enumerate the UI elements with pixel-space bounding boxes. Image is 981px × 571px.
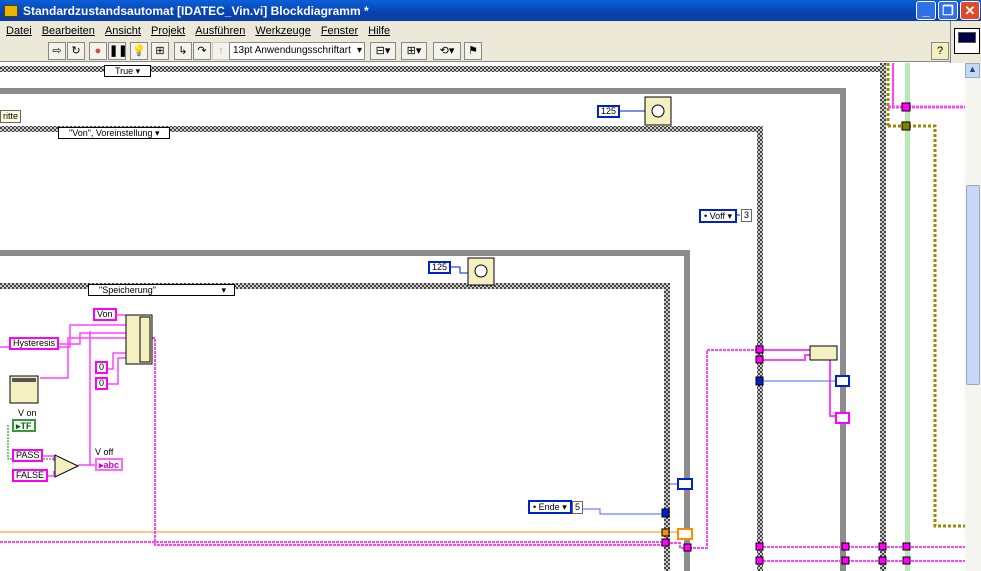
block-diagram-canvas[interactable]: True ▾ ritte "Von", Voreinstellung ▾ 125… <box>0 63 965 571</box>
case-selector-label: "Von", Voreinstellung <box>69 128 153 138</box>
label-ritte: ritte <box>0 110 22 123</box>
case-selector-label: True <box>115 66 134 76</box>
numeric-constant-zero[interactable]: 0 <box>95 377 109 390</box>
help-button[interactable]: ? <box>931 42 949 60</box>
numeric-constant-zero[interactable]: 0 <box>95 361 109 374</box>
enum-value: Ende <box>538 502 560 512</box>
font-select[interactable]: 13pt Anwendungsschriftart ▾ <box>229 42 365 60</box>
pause-icon[interactable]: ❚❚ <box>108 42 127 60</box>
string-indicator-v-off[interactable]: ▸abc <box>95 458 124 471</box>
align-objects-icon[interactable]: ⊟▾ <box>370 42 396 60</box>
clean-up-diagram-icon[interactable]: ⚑ <box>464 42 482 60</box>
string-constant-von[interactable]: Von <box>93 308 117 321</box>
menu-hilfe[interactable]: Hilfe <box>368 25 390 37</box>
wait-constant-outer[interactable]: 125 <box>597 105 621 118</box>
menu-datei[interactable]: Datei <box>6 25 32 37</box>
case-selector-speicherung[interactable]: "Speicherung" ▾ <box>88 284 235 296</box>
scroll-up-icon[interactable]: ▲ <box>965 63 980 78</box>
menu-ansicht[interactable]: Ansicht <box>105 25 141 37</box>
step-into-icon[interactable]: ↳ <box>174 42 192 60</box>
minimize-button[interactable]: _ <box>916 1 936 20</box>
string-constant-false[interactable]: FALSE <box>12 469 49 482</box>
chevron-down-icon: ▾ <box>356 45 362 56</box>
wait-constant-inner[interactable]: 125 <box>428 261 452 274</box>
run-arrow-icon[interactable]: ⇨ <box>48 42 66 60</box>
case-selector-label: "Speicherung" <box>99 285 156 295</box>
enum-constant-voff[interactable]: • Voff ▾ <box>699 209 738 223</box>
highlight-execution-icon[interactable]: 💡 <box>130 42 148 60</box>
bundle-node-right <box>809 345 838 361</box>
distribute-objects-icon[interactable]: ⊞▾ <box>401 42 427 60</box>
menu-fenster[interactable]: Fenster <box>321 25 358 37</box>
labview-app-icon <box>4 4 18 17</box>
menu-werkzeuge[interactable]: Werkzeuge <box>255 25 310 37</box>
enum-value: Voff <box>709 211 726 221</box>
retain-wire-values-icon[interactable]: ⊞ <box>151 42 169 60</box>
step-over-icon[interactable]: ↷ <box>193 42 211 60</box>
menu-bearbeiten[interactable]: Bearbeiten <box>42 25 95 37</box>
vertical-scrollbar[interactable]: ▲ <box>965 63 981 571</box>
select-function <box>54 454 80 478</box>
abort-icon[interactable]: ● <box>89 42 107 60</box>
menu-ausfuehren[interactable]: Ausführen <box>195 25 245 37</box>
shift-register-enum <box>677 478 693 490</box>
restore-button[interactable]: ❐ <box>938 1 958 20</box>
title-bar: Standardzustandsautomat [IDATEC_Vin.vi] … <box>0 0 981 21</box>
shift-register-enum-outer <box>835 375 850 387</box>
diagram-structures <box>0 63 965 571</box>
case-selector-true[interactable]: True ▾ <box>104 65 152 77</box>
boolean-indicator-v-on[interactable]: ▸TF <box>12 419 36 432</box>
vi-icon-pane <box>950 21 981 63</box>
vi-icon[interactable] <box>954 28 980 54</box>
indicator-type: abc <box>103 460 120 470</box>
step-out-icon[interactable]: ↑ <box>212 42 230 60</box>
bundle-by-name-node <box>125 314 153 365</box>
while-loop-inner <box>0 250 690 571</box>
window-title: Standardzustandsautomat [IDATEC_Vin.vi] … <box>23 3 369 18</box>
toolbar: ⇨ ↻ ● ❚❚ 💡 ⊞ ↳ ↷ ↑ 13pt Anwendungsschrif… <box>0 40 950 62</box>
scrollbar-thumb[interactable] <box>966 185 980 385</box>
string-constant-pass[interactable]: PASS <box>12 449 44 462</box>
font-select-value: 13pt Anwendungsschriftart <box>233 45 351 56</box>
label-v-off: V off <box>95 447 114 457</box>
enum-constant-ende[interactable]: • Ende ▾ <box>528 500 572 514</box>
indicator-type: TF <box>20 421 32 431</box>
menu-projekt[interactable]: Projekt <box>151 25 185 37</box>
shift-register-string-outer <box>835 412 850 424</box>
run-continuously-icon[interactable]: ↻ <box>67 42 85 60</box>
enum-index-ende: 5 <box>572 501 584 514</box>
menu-bar: Datei Bearbeiten Ansicht Projekt Ausführ… <box>0 21 950 40</box>
enum-index-voff: 3 <box>741 209 753 222</box>
close-button[interactable]: ✕ <box>960 1 980 20</box>
reorder-icon[interactable]: ⟲▾ <box>433 42 461 60</box>
label-v-on: V on <box>18 408 37 418</box>
case-selector-von[interactable]: "Von", Voreinstellung ▾ <box>58 127 171 139</box>
string-constant-hysteresis[interactable]: Hysteresis <box>9 337 60 350</box>
shift-register-orange <box>677 528 693 540</box>
